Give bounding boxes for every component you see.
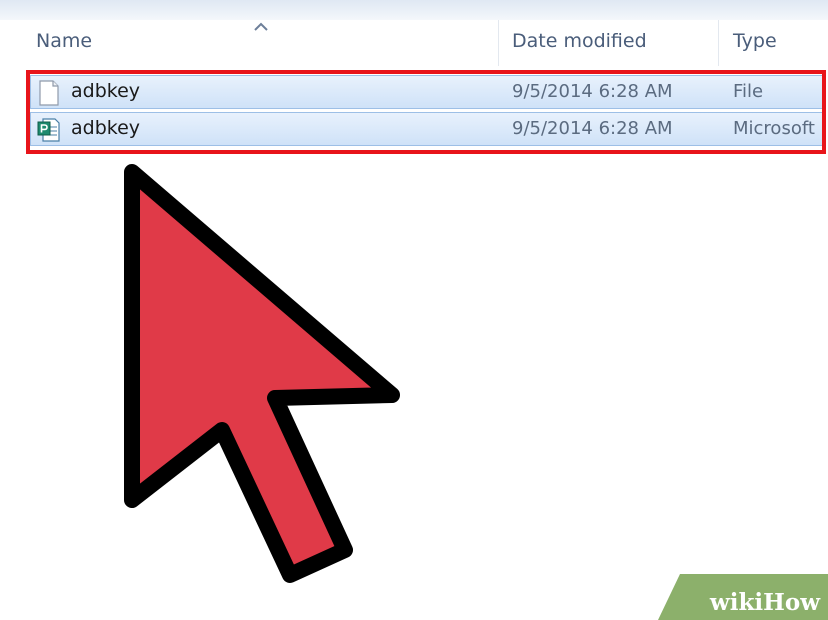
pointer-arrow-icon — [124, 164, 400, 583]
screenshot-stage: Name Date modified Type adbkey 9/5/2014 … — [0, 0, 828, 620]
watermark-text: wikiHow — [709, 589, 820, 616]
